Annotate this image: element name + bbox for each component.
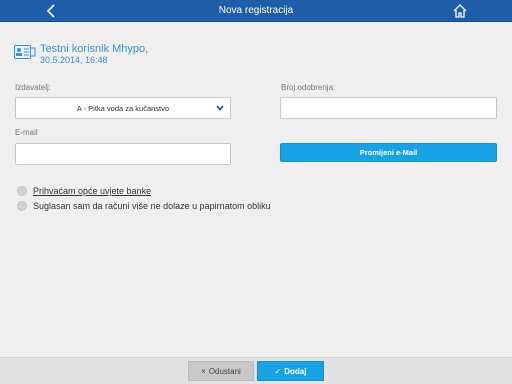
page-title: Nova registracija (218, 5, 294, 16)
check-icon: ✓ (274, 366, 282, 376)
issuer-select[interactable]: A - Pitka voda za kučanstvo (15, 97, 231, 119)
consent-terms-label[interactable]: Prihvaćam opće uvjete banke (33, 186, 151, 196)
consent-terms-radio[interactable] (17, 186, 27, 196)
home-icon (453, 4, 467, 18)
consent-terms[interactable]: Prihvaćam opće uvjete banke (17, 186, 151, 196)
close-icon: × (201, 366, 206, 376)
consent-paperless-label: Suglasan sam da računi više ne dolaze u … (33, 201, 271, 211)
issuer-label: Izdavatelj: (15, 83, 52, 92)
chevron-down-icon (216, 105, 224, 111)
cancel-label: Odustani (208, 366, 241, 376)
consent-paperless-radio[interactable] (17, 201, 27, 211)
bottom-bar: × Odustani ✓ Dodaj (0, 357, 512, 384)
home-button[interactable] (450, 2, 470, 20)
cancel-button[interactable]: × Odustani (188, 361, 254, 381)
user-card-icon (14, 45, 36, 59)
issuer-value: A - Pitka voda za kučanstvo (76, 103, 170, 113)
email-input[interactable] (15, 143, 231, 165)
add-button[interactable]: ✓ Dodaj (257, 361, 324, 381)
add-label: Dodaj (284, 366, 307, 376)
email-label: E-mail (15, 128, 38, 137)
top-bar: Nova registracija (0, 0, 512, 22)
consent-paperless[interactable]: Suglasan sam da računi više ne dolaze u … (17, 201, 271, 211)
approval-label: Broj odobrenja: (281, 83, 336, 92)
approval-number-input[interactable] (280, 97, 497, 119)
user-date: 30.5.2014, 16:48 (40, 55, 108, 65)
change-email-button[interactable]: Promijeni e-Mail (280, 143, 497, 162)
